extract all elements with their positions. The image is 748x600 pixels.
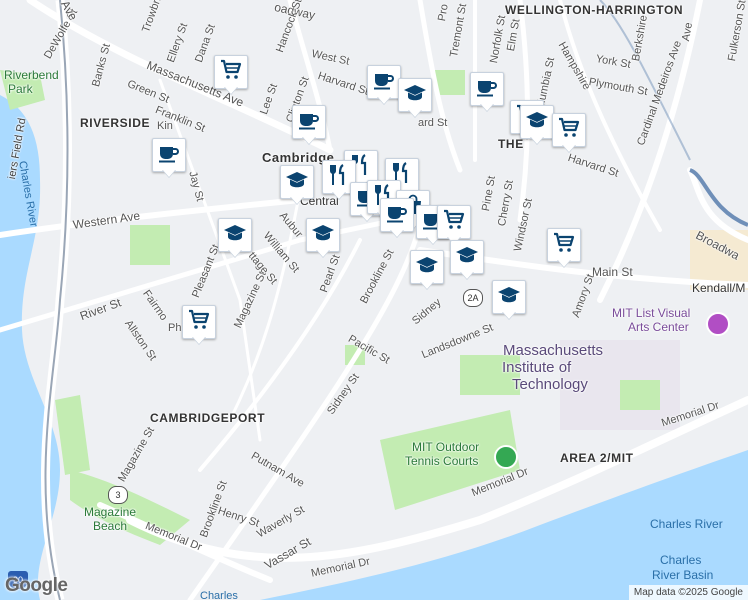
- map-pin-cafe[interactable]: [380, 198, 414, 238]
- map-pin-grocery[interactable]: [437, 205, 471, 245]
- map-attribution[interactable]: Map data ©2025 Google: [628, 585, 748, 600]
- google-logo: Google: [5, 575, 68, 596]
- shopping-cart-icon: [219, 58, 243, 87]
- map-pin-grocery[interactable]: [182, 305, 216, 345]
- route-2a-shield: 2A: [463, 289, 483, 307]
- shopping-cart-icon: [557, 116, 581, 145]
- graduation-cap-icon: [403, 81, 427, 110]
- shopping-cart-icon: [442, 208, 466, 237]
- map-canvas[interactable]: WELLINGTON-HARRINGTON RIVERSIDE CAMBRIDG…: [0, 0, 748, 600]
- graduation-cap-icon: [223, 221, 247, 250]
- shopping-cart-icon: [187, 308, 211, 337]
- coffee-cup-icon: [297, 108, 321, 137]
- graduation-cap-icon: [455, 243, 479, 272]
- map-pin-cafe[interactable]: [367, 65, 401, 105]
- map-pin-cafe[interactable]: [470, 72, 504, 112]
- coffee-cup-icon: [475, 75, 499, 104]
- map-pin-school[interactable]: [492, 280, 526, 320]
- graduation-cap-icon: [497, 283, 521, 312]
- graduation-cap-icon: [285, 168, 309, 197]
- graduation-cap-icon: [415, 253, 439, 282]
- graduation-cap-icon: [311, 221, 335, 250]
- map-pin-cafe[interactable]: [292, 105, 326, 145]
- map-pin-school[interactable]: [398, 78, 432, 118]
- coffee-cup-icon: [157, 141, 181, 170]
- map-pin-school[interactable]: [218, 218, 252, 258]
- map-pin-cafe[interactable]: [152, 138, 186, 178]
- map-pin-school[interactable]: [450, 240, 484, 280]
- coffee-cup-icon: [372, 68, 396, 97]
- route-3-shield: 3: [108, 486, 128, 504]
- museum-marker-icon[interactable]: [706, 312, 730, 336]
- coffee-cup-icon: [385, 201, 409, 230]
- map-pin-grocery[interactable]: [547, 228, 581, 268]
- map-pin-school[interactable]: [280, 165, 314, 205]
- graduation-cap-icon: [525, 108, 549, 137]
- map-pin-school[interactable]: [410, 250, 444, 290]
- tennis-marker-icon[interactable]: [494, 445, 518, 469]
- map-pin-grocery[interactable]: [214, 55, 248, 95]
- shopping-cart-icon: [552, 231, 576, 260]
- map-pin-school[interactable]: [520, 105, 554, 145]
- map-pin-grocery[interactable]: [552, 113, 586, 153]
- map-pin-school[interactable]: [306, 218, 340, 258]
- fork-knife-icon: [327, 163, 351, 192]
